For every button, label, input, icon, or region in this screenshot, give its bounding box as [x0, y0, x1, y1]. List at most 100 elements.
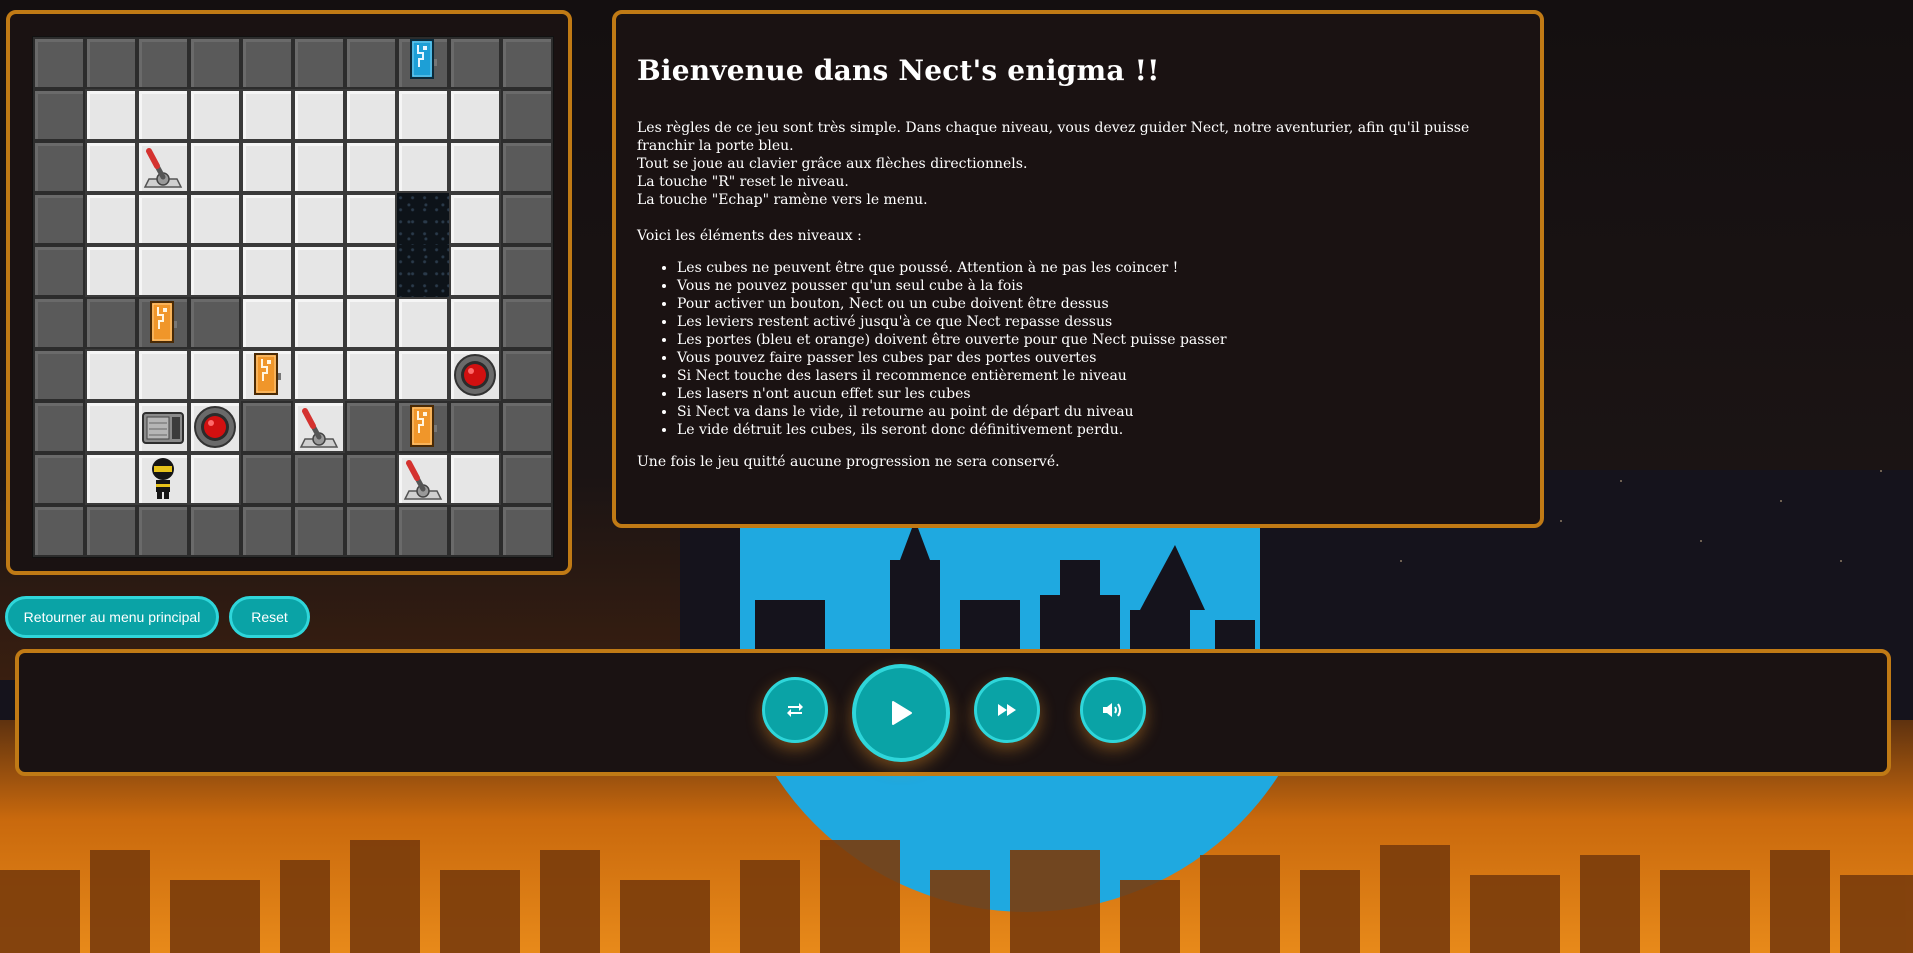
tile-wall — [241, 453, 293, 505]
game-board-panel — [6, 10, 572, 575]
tile-wall — [33, 349, 85, 401]
tile-floor — [137, 89, 189, 141]
tile-wall — [449, 37, 501, 89]
tile-floor — [293, 297, 345, 349]
rules-intro-line: Tout se joue au clavier grâce aux flèche… — [637, 156, 1028, 172]
tile-floor — [397, 297, 449, 349]
main-menu-button[interactable]: Retourner au menu principal — [5, 596, 219, 638]
tile-wall — [293, 453, 345, 505]
tile-floor — [137, 193, 189, 245]
tile-floor — [137, 453, 189, 505]
tile-wall — [33, 505, 85, 557]
tile-floor — [293, 89, 345, 141]
tile-floor — [345, 141, 397, 193]
tile-floor — [189, 453, 241, 505]
tile-wall — [33, 37, 85, 89]
tile-wall — [33, 245, 85, 297]
fast-forward-button[interactable] — [974, 677, 1040, 743]
blue-door-icon — [410, 39, 437, 79]
tile-floor — [449, 297, 501, 349]
level-grid[interactable] — [32, 36, 554, 558]
volume-button[interactable] — [1080, 677, 1146, 743]
tile-wall — [449, 505, 501, 557]
tile-floor — [241, 193, 293, 245]
tile-wall — [501, 349, 553, 401]
tile-wall — [137, 37, 189, 89]
music-player-bar — [15, 649, 1891, 776]
reset-button[interactable]: Reset — [229, 596, 310, 638]
tile-floor — [189, 89, 241, 141]
tile-floor — [293, 245, 345, 297]
tile-floor — [345, 193, 397, 245]
tile-void — [397, 193, 449, 245]
tile-floor — [189, 245, 241, 297]
tile-wall — [345, 505, 397, 557]
tile-wall — [33, 89, 85, 141]
tile-wall — [137, 505, 189, 557]
tile-wall — [189, 297, 241, 349]
rules-intro-line: La touche "R" reset le niveau. — [637, 174, 849, 190]
tile-floor — [85, 141, 137, 193]
tile-floor — [345, 297, 397, 349]
tile-floor — [345, 349, 397, 401]
tile-floor — [189, 141, 241, 193]
tile-floor — [345, 89, 397, 141]
tile-floor — [189, 401, 241, 453]
tile-floor — [137, 401, 189, 453]
tile-wall — [137, 297, 189, 349]
tile-floor — [241, 349, 293, 401]
tile-wall — [501, 453, 553, 505]
tile-floor — [397, 141, 449, 193]
tile-floor — [85, 349, 137, 401]
list-item: Si Nect touche des lasers il recommence … — [677, 367, 1520, 385]
play-button[interactable] — [852, 664, 950, 762]
tile-floor — [293, 349, 345, 401]
tile-wall — [501, 89, 553, 141]
tile-floor — [449, 141, 501, 193]
tile-wall — [501, 193, 553, 245]
tile-wall — [397, 37, 449, 89]
tile-floor — [397, 453, 449, 505]
lever-icon — [143, 148, 183, 188]
tile-floor — [449, 453, 501, 505]
rules-intro-line: Les règles de ce jeu sont très simple. D… — [637, 120, 1470, 154]
tile-floor — [449, 245, 501, 297]
tile-wall — [501, 401, 553, 453]
tile-wall — [293, 37, 345, 89]
tile-wall — [85, 37, 137, 89]
list-item: Le vide détruit les cubes, ils seront do… — [677, 421, 1520, 439]
tile-floor — [397, 349, 449, 401]
tile-floor — [241, 141, 293, 193]
tile-wall — [241, 401, 293, 453]
tile-wall — [397, 505, 449, 557]
elements-list: Les cubes ne peuvent être que poussé. At… — [677, 259, 1520, 439]
tile-wall — [33, 141, 85, 193]
tile-wall — [345, 37, 397, 89]
tile-floor — [293, 401, 345, 453]
tile-floor — [293, 141, 345, 193]
tile-floor — [137, 245, 189, 297]
tile-floor — [85, 245, 137, 297]
page-title: Bienvenue dans Nect's enigma !! — [637, 54, 1160, 87]
tile-floor — [293, 193, 345, 245]
list-item: Les portes (bleu et orange) doivent être… — [677, 331, 1520, 349]
repeat-icon — [787, 703, 803, 717]
tile-wall — [397, 401, 449, 453]
tile-floor — [189, 193, 241, 245]
lever-icon — [403, 460, 443, 500]
fast-forward-icon — [998, 704, 1016, 716]
tile-wall — [85, 505, 137, 557]
list-item: Les leviers restent activé jusqu'à ce qu… — [677, 313, 1520, 331]
list-item: Les cubes ne peuvent être que poussé. At… — [677, 259, 1520, 277]
orange-door-icon — [254, 353, 281, 395]
volume-icon — [1103, 703, 1121, 717]
orange-door-icon — [150, 301, 177, 343]
tile-floor — [241, 297, 293, 349]
tile-floor — [137, 349, 189, 401]
tile-wall — [33, 453, 85, 505]
tile-floor — [137, 141, 189, 193]
tile-wall — [33, 297, 85, 349]
repeat-button[interactable] — [762, 677, 828, 743]
list-item: Si Nect va dans le vide, il retourne au … — [677, 403, 1520, 421]
tile-wall — [189, 505, 241, 557]
